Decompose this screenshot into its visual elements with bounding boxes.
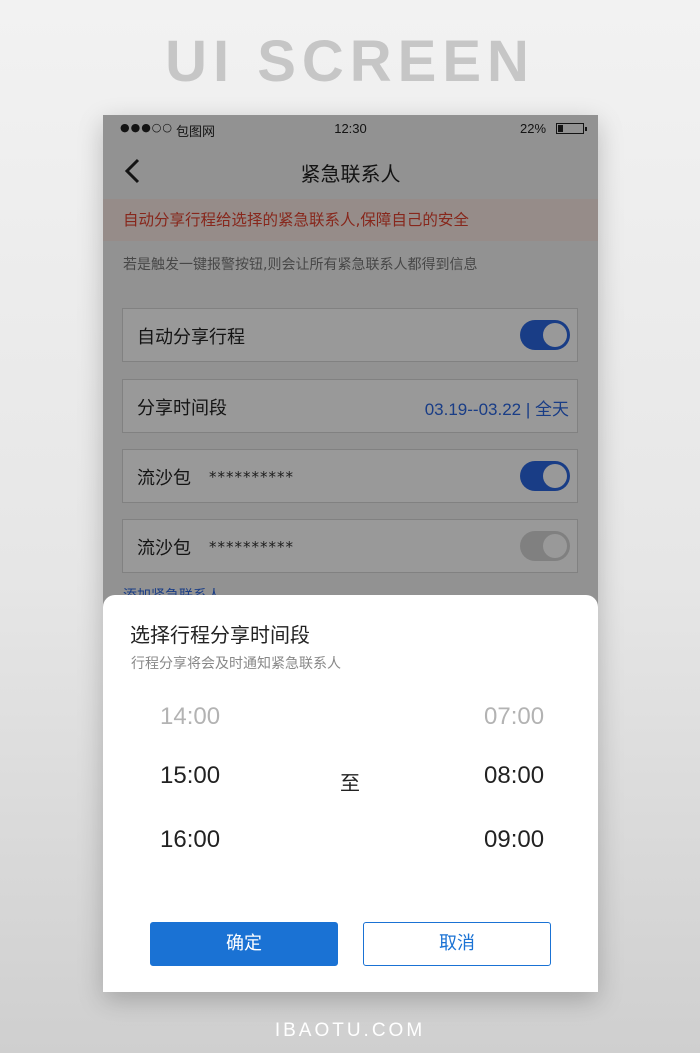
start-time-option[interactable]: 14:00 [160,703,220,731]
sheet-title: 选择行程分享时间段 [130,623,310,647]
start-time-selected[interactable]: 15:00 [160,762,220,790]
sheet-subtitle: 行程分享将会及时通知紧急联系人 [131,656,341,672]
banner-footer: IBAOTU.COM [274,1020,426,1041]
confirm-button[interactable]: 确定 [150,922,338,966]
banner-title: UI SCREEN [165,29,535,94]
start-time-option[interactable]: 16:00 [160,826,220,854]
to-label: 至 [340,771,360,795]
end-time-selected[interactable]: 08:00 [484,762,544,790]
time-picker-sheet: 选择行程分享时间段 行程分享将会及时通知紧急联系人 14:00 15:00 16… [103,595,598,992]
end-time-option[interactable]: 07:00 [484,703,544,731]
phone-screen: ●●●○○ 包图网 12:30 22% 紧急联系人 自动分享行程给选择的紧急联系… [103,115,598,992]
cancel-button[interactable]: 取消 [363,922,551,966]
end-time-option[interactable]: 09:00 [484,826,544,854]
